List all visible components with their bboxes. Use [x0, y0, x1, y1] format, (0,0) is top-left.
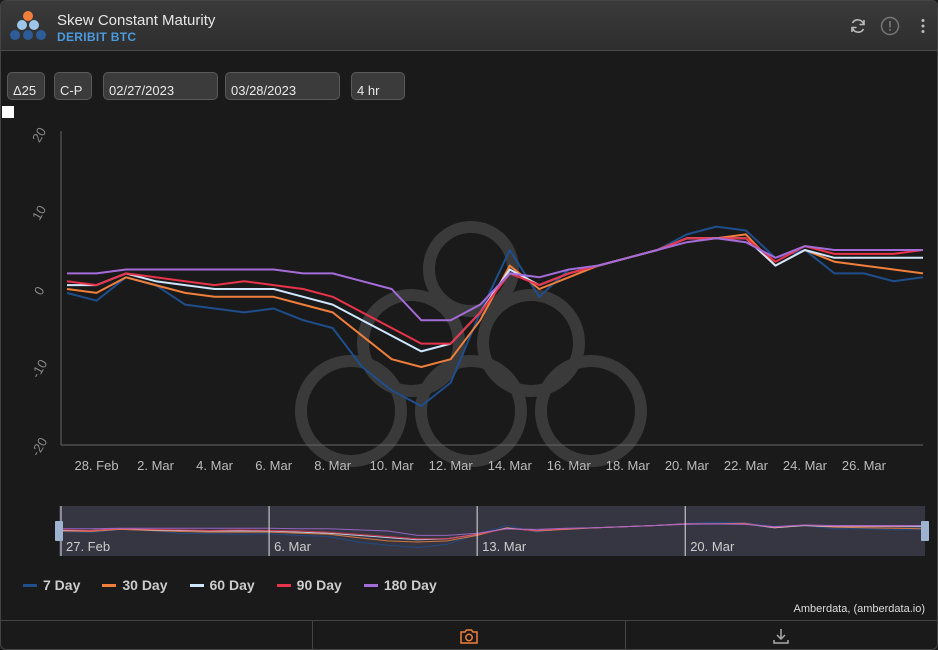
info-icon[interactable]	[879, 15, 901, 37]
credit-text: Amberdata, (amberdata.io)	[793, 603, 925, 615]
more-vert-icon[interactable]	[912, 15, 934, 37]
footer-empty-cell	[1, 621, 314, 649]
start-date-input[interactable]: 02/27/2023	[103, 72, 218, 100]
legend-label: 90 Day	[296, 577, 342, 593]
y-tick-label: -20	[28, 435, 50, 459]
legend-item-7-day[interactable]: 7 Day	[23, 577, 80, 593]
x-tick-label: 8. Mar	[314, 458, 352, 473]
refresh-icon[interactable]	[847, 15, 869, 37]
interval-select[interactable]: 4 hr	[351, 72, 405, 100]
x-tick-label: 28. Feb	[74, 458, 118, 473]
chart-corner-square	[2, 106, 14, 118]
x-tick-label: 16. Mar	[547, 458, 592, 473]
y-axis-ticks: -20 -10 0 10 20	[28, 125, 50, 459]
legend-label: 180 Day	[383, 577, 437, 593]
type-select[interactable]: C-P	[54, 72, 92, 100]
x-tick-label: 20. Mar	[665, 458, 710, 473]
y-tick-label: 10	[29, 203, 49, 223]
x-tick-label: 12. Mar	[429, 458, 474, 473]
navigator-right-handle[interactable]	[921, 521, 929, 541]
x-tick-label: 2. Mar	[137, 458, 175, 473]
legend-swatch	[189, 583, 204, 587]
navigator-label: 27. Feb	[66, 539, 110, 554]
widget-title: Skew Constant Maturity	[57, 12, 216, 29]
x-tick-label: 10. Mar	[370, 458, 415, 473]
x-tick-label: 26. Mar	[842, 458, 887, 473]
y-tick-label: -10	[28, 357, 50, 381]
end-date-input[interactable]: 03/28/2023	[225, 72, 340, 100]
navigator-left-handle[interactable]	[55, 521, 63, 541]
y-tick-label: 0	[31, 284, 48, 298]
amberdata-logo-icon	[10, 11, 46, 40]
navigator[interactable]: 27. Feb 6. Mar 13. Mar 20. Mar	[55, 506, 929, 556]
legend-item-60-day[interactable]: 60 Day	[189, 577, 255, 593]
x-tick-label: 4. Mar	[196, 458, 234, 473]
legend-swatch	[23, 583, 37, 587]
watermark-logo	[295, 221, 647, 467]
navigator-label: 13. Mar	[482, 539, 527, 554]
navigator-label: 20. Mar	[690, 539, 735, 554]
legend-swatch	[363, 583, 378, 587]
x-tick-label: 14. Mar	[488, 458, 533, 473]
legend-swatch	[102, 583, 117, 587]
widget-header: Skew Constant Maturity DERIBIT BTC	[1, 1, 937, 51]
chart-widget: Skew Constant Maturity DERIBIT BTC Δ25 C…	[0, 0, 938, 650]
widget-subtitle: DERIBIT BTC	[57, 30, 137, 44]
x-tick-label: 18. Mar	[606, 458, 651, 473]
legend-label: 30 Day	[122, 577, 168, 593]
skew-chart: -20 -10 0 10 20 28. Feb 2. Mar 4. Mar 6. Mar 8. …	[2, 106, 929, 556]
camera-icon	[460, 629, 478, 644]
delta-select[interactable]: Δ25	[7, 72, 45, 100]
x-tick-label: 6. Mar	[255, 458, 293, 473]
legend-label: 60 Day	[209, 577, 255, 593]
legend-swatch	[276, 583, 291, 587]
legend-item-30-day[interactable]: 30 Day	[102, 577, 168, 593]
x-tick-label: 24. Mar	[783, 458, 828, 473]
widget-footer	[1, 620, 937, 649]
download-icon	[773, 629, 790, 644]
legend-item-180-day[interactable]: 180 Day	[363, 577, 437, 593]
x-tick-label: 22. Mar	[724, 458, 769, 473]
screenshot-button[interactable]	[313, 621, 626, 649]
download-button[interactable]	[626, 621, 937, 649]
navigator-label: 6. Mar	[274, 539, 312, 554]
y-tick-label: 20	[29, 125, 49, 145]
chart-legend: 7 Day 30 Day 60 Day 90 Day 180 Day	[23, 577, 459, 593]
legend-item-90-day[interactable]: 90 Day	[276, 577, 342, 593]
legend-label: 7 Day	[43, 577, 81, 593]
